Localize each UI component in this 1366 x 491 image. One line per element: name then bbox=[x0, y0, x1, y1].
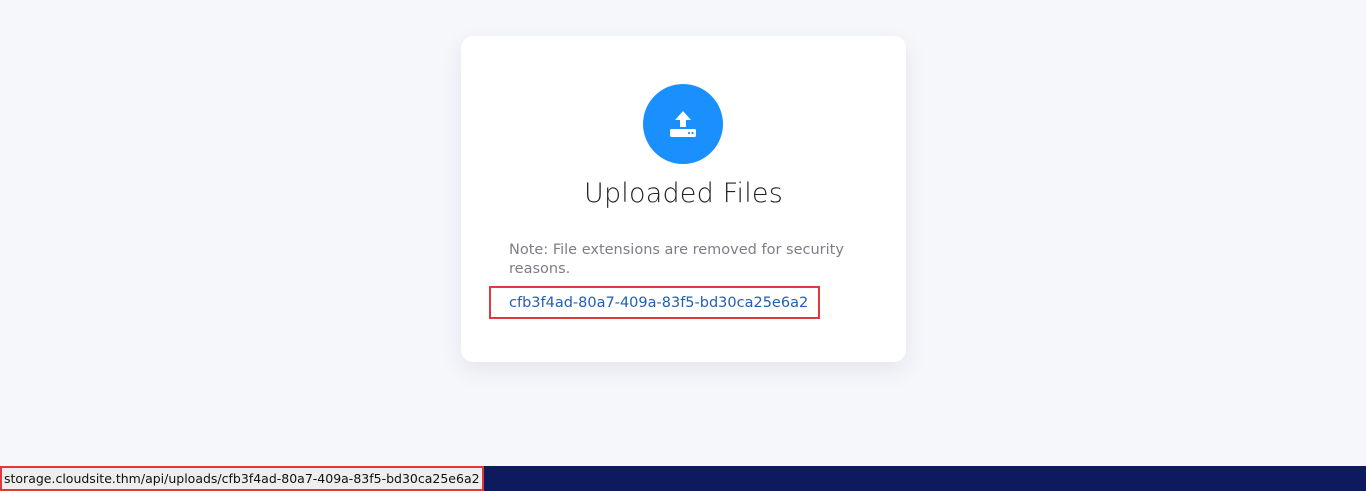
uploaded-file-name: cfb3f4ad-80a7-409a-83f5-bd30ca25e6a2 bbox=[509, 294, 809, 311]
security-note: Note: File extensions are removed for se… bbox=[509, 242, 844, 277]
page-title: Uploaded Files bbox=[584, 178, 783, 209]
uploads-card: Uploaded Files Note: File extensions are… bbox=[461, 36, 906, 362]
upload-icon bbox=[643, 84, 723, 164]
status-bar-url: storage.cloudsite.thm/api/uploads/cfb3f4… bbox=[0, 466, 484, 491]
browser-status-bar: storage.cloudsite.thm/api/uploads/cfb3f4… bbox=[0, 466, 1366, 491]
upload-icon-glyph bbox=[670, 111, 696, 137]
page: Uploaded Files Note: File extensions are… bbox=[0, 0, 1366, 491]
uploaded-file-link[interactable]: cfb3f4ad-80a7-409a-83f5-bd30ca25e6a2 bbox=[489, 286, 820, 319]
